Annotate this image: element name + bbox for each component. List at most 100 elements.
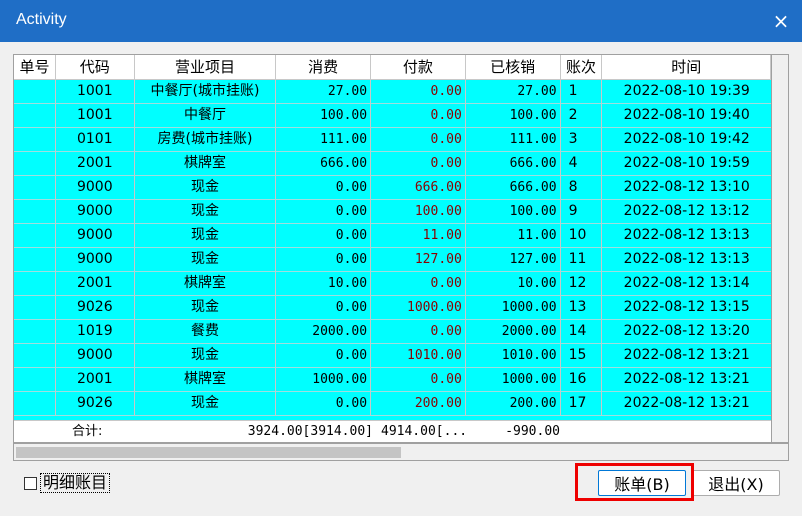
cell-time: 2022-08-10 19:39: [602, 80, 771, 104]
cell-bill-no: 13: [560, 296, 603, 320]
cell-bill-no: 15: [560, 344, 603, 368]
total-row: 合计: 3924.00[3914.00] 4914.00[... -990.00: [14, 420, 771, 442]
exit-button[interactable]: 退出(X): [692, 470, 780, 496]
cell-consumption: 0.00: [276, 344, 372, 368]
cell-consumption: 666.00: [276, 152, 372, 176]
activity-grid[interactable]: 单号 代码 营业项目 消费 付款 已核销 账次 时间 1001 中餐厅(城市挂账)…: [13, 54, 772, 443]
cell-time: 2022-08-12 13:21: [602, 344, 771, 368]
cell-item: 棋牌室: [134, 152, 277, 176]
cell-payment: 0.00: [371, 320, 466, 344]
cell-order-no: [14, 176, 56, 200]
cell-consumption: 0.00: [276, 296, 372, 320]
cell-consumption: 27.00: [276, 80, 372, 104]
cell-time: 2022-08-12 13:10: [602, 176, 771, 200]
cell-code: 2001: [55, 272, 135, 296]
cell-bill-no: 14: [560, 320, 603, 344]
cell-payment: 0.00: [371, 368, 466, 392]
cell-order-no: [14, 320, 56, 344]
cell-payment: 0.00: [371, 104, 466, 128]
cell-written-off: 666.00: [465, 176, 561, 200]
cell-code: 9026: [55, 392, 135, 416]
detail-checkbox-label[interactable]: 明细账目: [40, 473, 111, 493]
cell-bill-no: 9: [560, 200, 603, 224]
scrollbar-thumb[interactable]: [16, 447, 401, 458]
cell-code: 2001: [55, 368, 135, 392]
cell-payment: 0.00: [371, 80, 466, 104]
table-row[interactable]: 1001 中餐厅(城市挂账) 27.00 0.00 27.00 1 2022-08-10 1…: [14, 80, 771, 104]
column-header[interactable]: 账次: [561, 55, 603, 79]
cell-time: 2022-08-12 13:13: [602, 224, 771, 248]
cell-consumption: 0.00: [276, 392, 372, 416]
column-header[interactable]: 单号: [14, 55, 56, 79]
detail-checkbox[interactable]: 明细账目: [24, 473, 111, 493]
column-header[interactable]: 营业项目: [135, 55, 277, 79]
cell-payment: 0.00: [371, 152, 466, 176]
column-header[interactable]: 已核销: [466, 55, 561, 79]
cell-code: 2001: [55, 152, 135, 176]
cell-code: 1001: [55, 104, 135, 128]
column-header[interactable]: 时间: [602, 55, 771, 79]
bill-button[interactable]: 账单(B): [598, 470, 686, 496]
cell-code: 9000: [55, 200, 135, 224]
cell-bill-no: 12: [560, 272, 603, 296]
total-consumption: 3924.00[3914.00]: [247, 424, 373, 439]
table-row[interactable]: 1001 中餐厅 100.00 0.00 100.00 2 2022-08-10 19:40: [14, 104, 771, 128]
cell-consumption: 0.00: [276, 200, 372, 224]
table-row[interactable]: 9026 现金 0.00 200.00 200.00 17 2022-08-12 13:21: [14, 392, 771, 416]
cell-item: 现金: [134, 224, 277, 248]
cell-bill-no: 8: [560, 176, 603, 200]
table-row[interactable]: 9000 现金 0.00 1010.00 1010.00 15 2022-08-12 13:…: [14, 344, 771, 368]
cell-written-off: 2000.00: [465, 320, 561, 344]
table-row[interactable]: 9000 现金 0.00 666.00 666.00 8 2022-08-12 13:10: [14, 176, 771, 200]
cell-order-no: [14, 296, 56, 320]
cell-time: 2022-08-10 19:42: [602, 128, 771, 152]
cell-order-no: [14, 368, 56, 392]
cell-payment: 0.00: [371, 272, 466, 296]
cell-written-off: 200.00: [465, 392, 561, 416]
column-header[interactable]: 消费: [276, 55, 372, 79]
cell-payment: 1010.00: [371, 344, 466, 368]
grid-rows: 1001 中餐厅(城市挂账) 27.00 0.00 27.00 1 2022-08-10 1…: [14, 80, 771, 420]
column-header[interactable]: 代码: [56, 55, 135, 79]
cell-bill-no: 11: [560, 248, 603, 272]
cell-payment: 200.00: [371, 392, 466, 416]
table-row[interactable]: 9000 现金 0.00 100.00 100.00 9 2022-08-12 13:12: [14, 200, 771, 224]
cell-time: 2022-08-10 19:59: [602, 152, 771, 176]
cell-time: 2022-08-12 13:12: [602, 200, 771, 224]
cell-order-no: [14, 200, 56, 224]
horizontal-scrollbar[interactable]: [13, 443, 789, 461]
cell-written-off: 111.00: [465, 128, 561, 152]
cell-code: 9000: [55, 344, 135, 368]
table-row[interactable]: 2001 棋牌室 1000.00 0.00 1000.00 16 2022-08-12 13…: [14, 368, 771, 392]
cell-written-off: 666.00: [465, 152, 561, 176]
checkbox-box[interactable]: [24, 476, 37, 490]
close-icon[interactable]: ×: [760, 0, 802, 42]
column-header[interactable]: 付款: [371, 55, 466, 79]
cell-bill-no: 17: [560, 392, 603, 416]
cell-order-no: [14, 392, 56, 416]
table-row[interactable]: 9026 现金 0.00 1000.00 1000.00 13 2022-08-12 13:…: [14, 296, 771, 320]
cell-payment: 1000.00: [371, 296, 466, 320]
cell-time: 2022-08-12 13:14: [602, 272, 771, 296]
cell-time: 2022-08-10 19:40: [602, 104, 771, 128]
table-row[interactable]: 2001 棋牌室 666.00 0.00 666.00 4 2022-08-10 19:59: [14, 152, 771, 176]
cell-order-no: [14, 80, 56, 104]
table-row[interactable]: 9000 现金 0.00 11.00 11.00 10 2022-08-12 13:13: [14, 224, 771, 248]
cell-code: 9026: [55, 296, 135, 320]
title-bar: Activity ×: [0, 0, 802, 42]
cell-code: 1019: [55, 320, 135, 344]
table-row[interactable]: 2001 棋牌室 10.00 0.00 10.00 12 2022-08-12 13:14: [14, 272, 771, 296]
cell-item: 中餐厅: [134, 104, 277, 128]
vertical-scrollbar[interactable]: [772, 54, 789, 443]
cell-consumption: 111.00: [276, 128, 372, 152]
cell-payment: 127.00: [371, 248, 466, 272]
grid-header: 单号 代码 营业项目 消费 付款 已核销 账次 时间: [14, 55, 771, 80]
cell-payment: 11.00: [371, 224, 466, 248]
cell-written-off: 11.00: [465, 224, 561, 248]
table-row[interactable]: 1019 餐费 2000.00 0.00 2000.00 14 2022-08-12 13:…: [14, 320, 771, 344]
cell-item: 现金: [134, 176, 277, 200]
cell-code: 0101: [55, 128, 135, 152]
cell-order-no: [14, 152, 56, 176]
table-row[interactable]: 9000 现金 0.00 127.00 127.00 11 2022-08-12 13:13: [14, 248, 771, 272]
table-row[interactable]: 0101 房费(城市挂账) 111.00 0.00 111.00 3 2022-08-10 …: [14, 128, 771, 152]
